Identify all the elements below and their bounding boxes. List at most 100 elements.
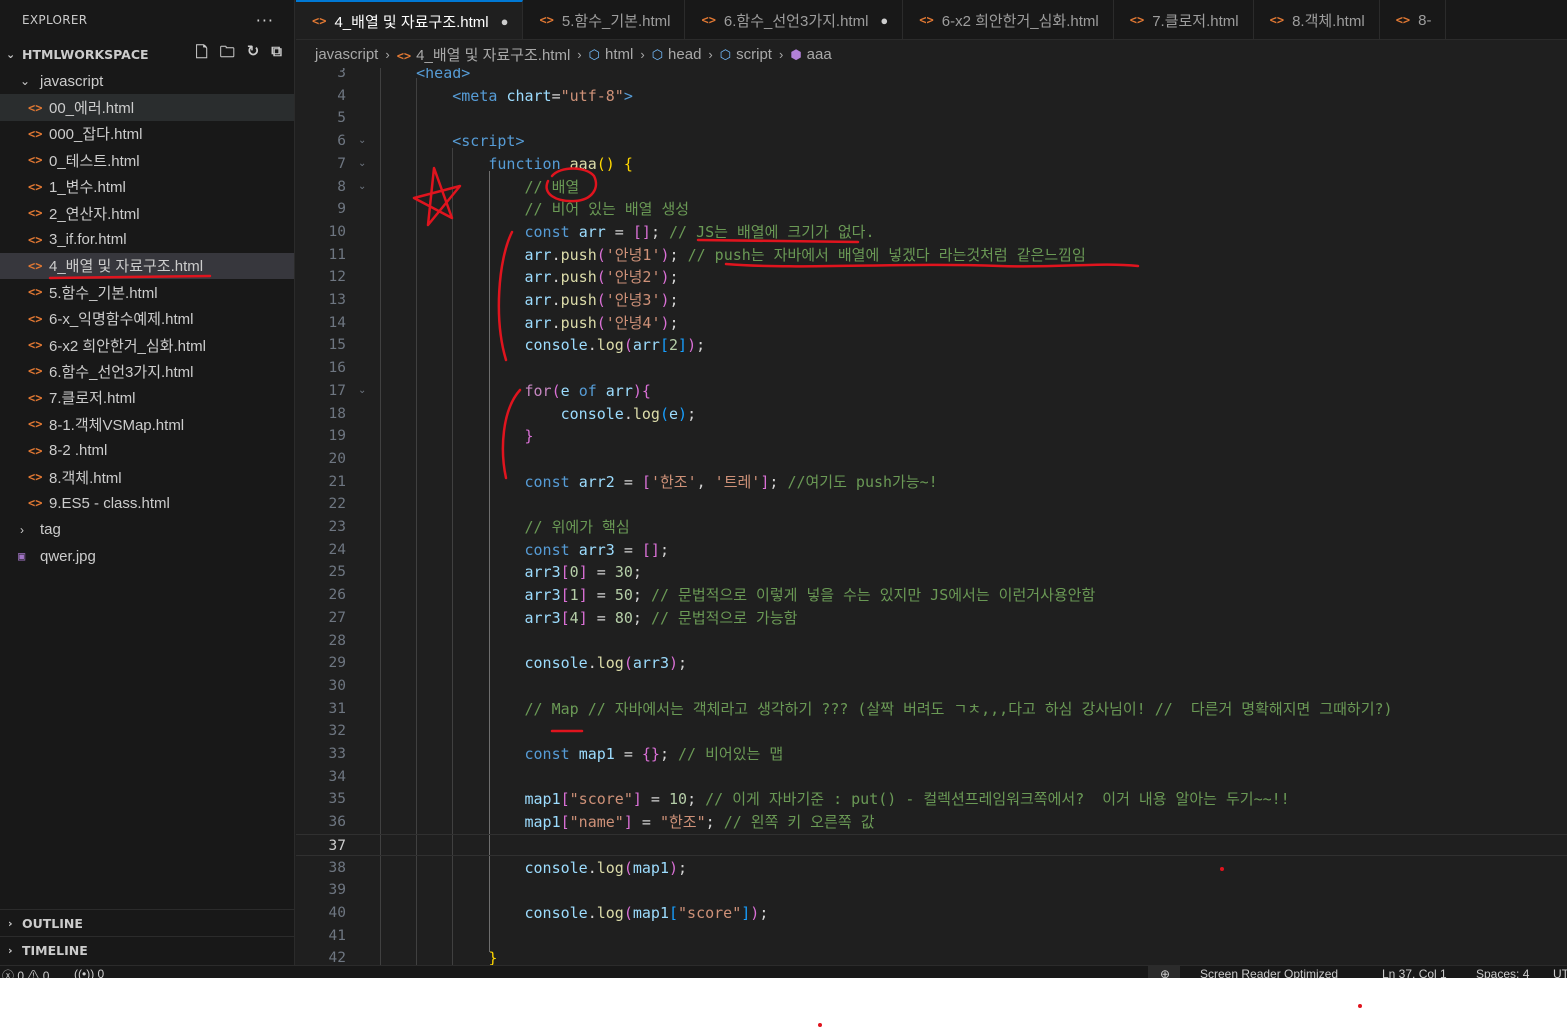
code-line[interactable]: 11 arr.push('안녕1'); // push는 자바에서 배열에 넣겠… <box>296 244 1567 267</box>
code-line[interactable]: 7 ⌄ function aaa() { <box>296 153 1567 176</box>
code-line[interactable]: 20 <box>296 448 1567 471</box>
code-line[interactable]: 13 arr.push('안녕3'); <box>296 289 1567 312</box>
encoding[interactable]: UT <box>1553 967 1567 978</box>
code-line[interactable]: 8 ⌄ // 배열 <box>296 176 1567 199</box>
editor-tab[interactable]: <> 6-x2 희안한거_심화.html <box>903 0 1114 39</box>
code-line[interactable]: 10 const arr = []; // JS는 배열에 크기가 없다. <box>296 221 1567 244</box>
unsaved-dot-icon[interactable]: ● <box>501 14 509 29</box>
accessibility-icon[interactable]: ⊕ <box>1160 967 1170 978</box>
screen-reader-mode[interactable]: Screen Reader Optimized <box>1200 967 1338 978</box>
editor-tab[interactable]: <> 5.함수_기본.html <box>523 0 686 39</box>
new-file-icon[interactable]: 🗋 <box>196 42 208 67</box>
code-line[interactable]: 14 arr.push('안녕4'); <box>296 312 1567 335</box>
file-item[interactable]: <> 6.함수_선언3가지.html <box>0 358 294 384</box>
file-item[interactable]: <> 6-x_익명함수예제.html <box>0 306 294 332</box>
workspace-header[interactable]: ⌄ HTMLWORKSPACE 🗋 🗀 ↻ ⧉ <box>0 40 294 68</box>
breadcrumb-item[interactable]: ⬡ html <box>589 46 634 63</box>
timeline-panel-header[interactable]: › TIMELINE <box>0 936 295 963</box>
file-item[interactable]: <> 1_변수.html <box>0 174 294 200</box>
code-line[interactable]: 31 // Map // 자바에서는 객체라고 생각하기 ??? (살짝 버려도… <box>296 698 1567 721</box>
code-line[interactable]: 24 const arr3 = []; <box>296 539 1567 562</box>
breadcrumb-item[interactable]: javascript <box>315 46 378 63</box>
file-item[interactable]: <> 3_if.for.html <box>0 226 294 252</box>
file-item[interactable]: <> 8.객체.html <box>0 464 294 490</box>
line-number: 28 <box>328 632 346 649</box>
file-item[interactable]: <> 9.ES5 - class.html <box>0 490 294 516</box>
code-line[interactable]: 6 ⌄ <script> <box>296 130 1567 153</box>
code-line[interactable]: 18 console.log(e); <box>296 403 1567 426</box>
indentation[interactable]: Spaces: 4 <box>1476 967 1529 978</box>
breadcrumb-item[interactable]: <> 4_배열 및 자료구조.html <box>397 44 571 65</box>
code-line[interactable]: 23 // 위에가 핵심 <box>296 516 1567 539</box>
file-item[interactable]: <> 2_연산자.html <box>0 200 294 226</box>
file-item[interactable]: <> 5.함수_기본.html <box>0 279 294 305</box>
code-line[interactable]: 26 arr3[1] = 50; // 문법적으로 이렇게 넣을 수는 있지만 … <box>296 584 1567 607</box>
code-line[interactable]: 25 arr3[0] = 30; <box>296 561 1567 584</box>
ports-indicator[interactable]: ((•)) 0 <box>74 967 104 978</box>
code-line[interactable]: 42 } <box>296 947 1567 965</box>
cursor-position[interactable]: Ln 37, Col 1 <box>1382 967 1447 978</box>
fold-chevron-icon[interactable]: ⌄ <box>358 380 366 403</box>
editor-tab[interactable]: <> 8- <box>1380 0 1447 39</box>
code-line[interactable]: 40 console.log(map1["score"]); <box>296 902 1567 925</box>
html-file-icon: <> <box>28 390 43 405</box>
code-line[interactable]: 30 <box>296 675 1567 698</box>
breadcrumb-item[interactable]: ⬡ head <box>652 46 702 63</box>
fold-chevron-icon[interactable]: ⌄ <box>358 130 366 153</box>
code-token: ( <box>623 858 633 877</box>
file-item[interactable]: <> 000_잡다.html <box>0 121 294 147</box>
code-line[interactable]: 28 <box>296 630 1567 653</box>
ellipsis-icon[interactable]: ··· <box>256 11 274 30</box>
file-qwer-jpg[interactable]: ▣ qwer.jpg <box>0 543 294 569</box>
code-line[interactable]: 9 // 비어 있는 배열 생성 <box>296 198 1567 221</box>
code-line[interactable]: 4 <meta chart="utf-8"> <box>296 85 1567 108</box>
editor-tab[interactable]: <> 8.객체.html <box>1254 0 1380 39</box>
file-item[interactable]: <> 7.클로저.html <box>0 385 294 411</box>
unsaved-dot-icon[interactable]: ● <box>880 13 888 28</box>
code-editor[interactable]: 3 <head> 4 <meta chart="utf-8"> 5 6 ⌄ <scrip… <box>296 68 1567 965</box>
code-line[interactable]: 16 <box>296 357 1567 380</box>
editor-tab[interactable]: <> 7.클로저.html <box>1114 0 1254 39</box>
editor-tab[interactable]: <> 4_배열 및 자료구조.html ● <box>296 0 524 39</box>
refresh-icon[interactable]: ↻ <box>247 42 260 67</box>
code-line[interactable]: 38 console.log(map1); <box>296 857 1567 880</box>
fold-chevron-icon[interactable]: ⌄ <box>358 153 366 176</box>
file-item[interactable]: <> 0_테스트.html <box>0 147 294 173</box>
fold-chevron-icon[interactable]: ⌄ <box>358 176 366 199</box>
collapse-all-icon[interactable]: ⧉ <box>271 42 282 67</box>
file-item[interactable]: <> 8-2 .html <box>0 437 294 463</box>
code-line[interactable]: 12 arr.push('안녕2'); <box>296 266 1567 289</box>
code-line[interactable]: 32 <box>296 720 1567 743</box>
code-line[interactable]: 41 <box>296 925 1567 948</box>
code-line[interactable]: 17 ⌄ for(e of arr){ <box>296 380 1567 403</box>
folder-javascript[interactable]: ⌄ javascript <box>0 68 294 94</box>
code-line[interactable]: 19 } <box>296 425 1567 448</box>
code-line[interactable]: 21 const arr2 = ['한조', '트레']; //여기도 push… <box>296 471 1567 494</box>
code-line[interactable]: 33 const map1 = {}; // 비어있는 맵 <box>296 743 1567 766</box>
breadcrumb-item[interactable]: ⬢ aaa <box>790 46 831 63</box>
problems-indicator[interactable]: ⓧ 0 ⚠ 0 <box>2 967 49 978</box>
breadcrumb-item[interactable]: ⬡ script <box>720 46 772 63</box>
editor-tab[interactable]: <> 6.함수_선언3가지.html ● <box>685 0 904 39</box>
code-line[interactable]: 34 <box>296 766 1567 789</box>
code-line[interactable]: 3 <head> <box>296 68 1567 85</box>
code-line[interactable]: 35 map1["score"] = 10; // 이게 자바기준 : put(… <box>296 788 1567 811</box>
file-item[interactable]: <> 00_에러.html <box>0 94 294 121</box>
file-item[interactable]: <> 8-1.객체VSMap.html <box>0 411 294 437</box>
code-line[interactable]: 37 <box>296 833 1567 857</box>
code-line[interactable]: 36 map1["name"] = "한조"; // 왼쪽 키 오른쪽 값 <box>296 811 1567 834</box>
code-line[interactable]: 5 <box>296 107 1567 130</box>
code-line[interactable]: 15 console.log(arr[2]); <box>296 334 1567 357</box>
code-token: ( <box>623 654 633 673</box>
code-line[interactable]: 39 <box>296 879 1567 902</box>
new-folder-icon[interactable]: 🗀 <box>220 42 235 67</box>
file-item[interactable]: <> 6-x2 희안한거_심화.html <box>0 332 294 358</box>
outline-panel-header[interactable]: › OUTLINE <box>0 909 295 936</box>
folder-tag[interactable]: › tag <box>0 517 294 543</box>
code-line[interactable]: 27 arr3[4] = 80; // 문법적으로 가능함 <box>296 607 1567 630</box>
file-item[interactable]: <> 4_배열 및 자료구조.html <box>0 252 294 280</box>
code-line[interactable]: 22 <box>296 493 1567 516</box>
code-line[interactable]: 29 console.log(arr3); <box>296 652 1567 675</box>
